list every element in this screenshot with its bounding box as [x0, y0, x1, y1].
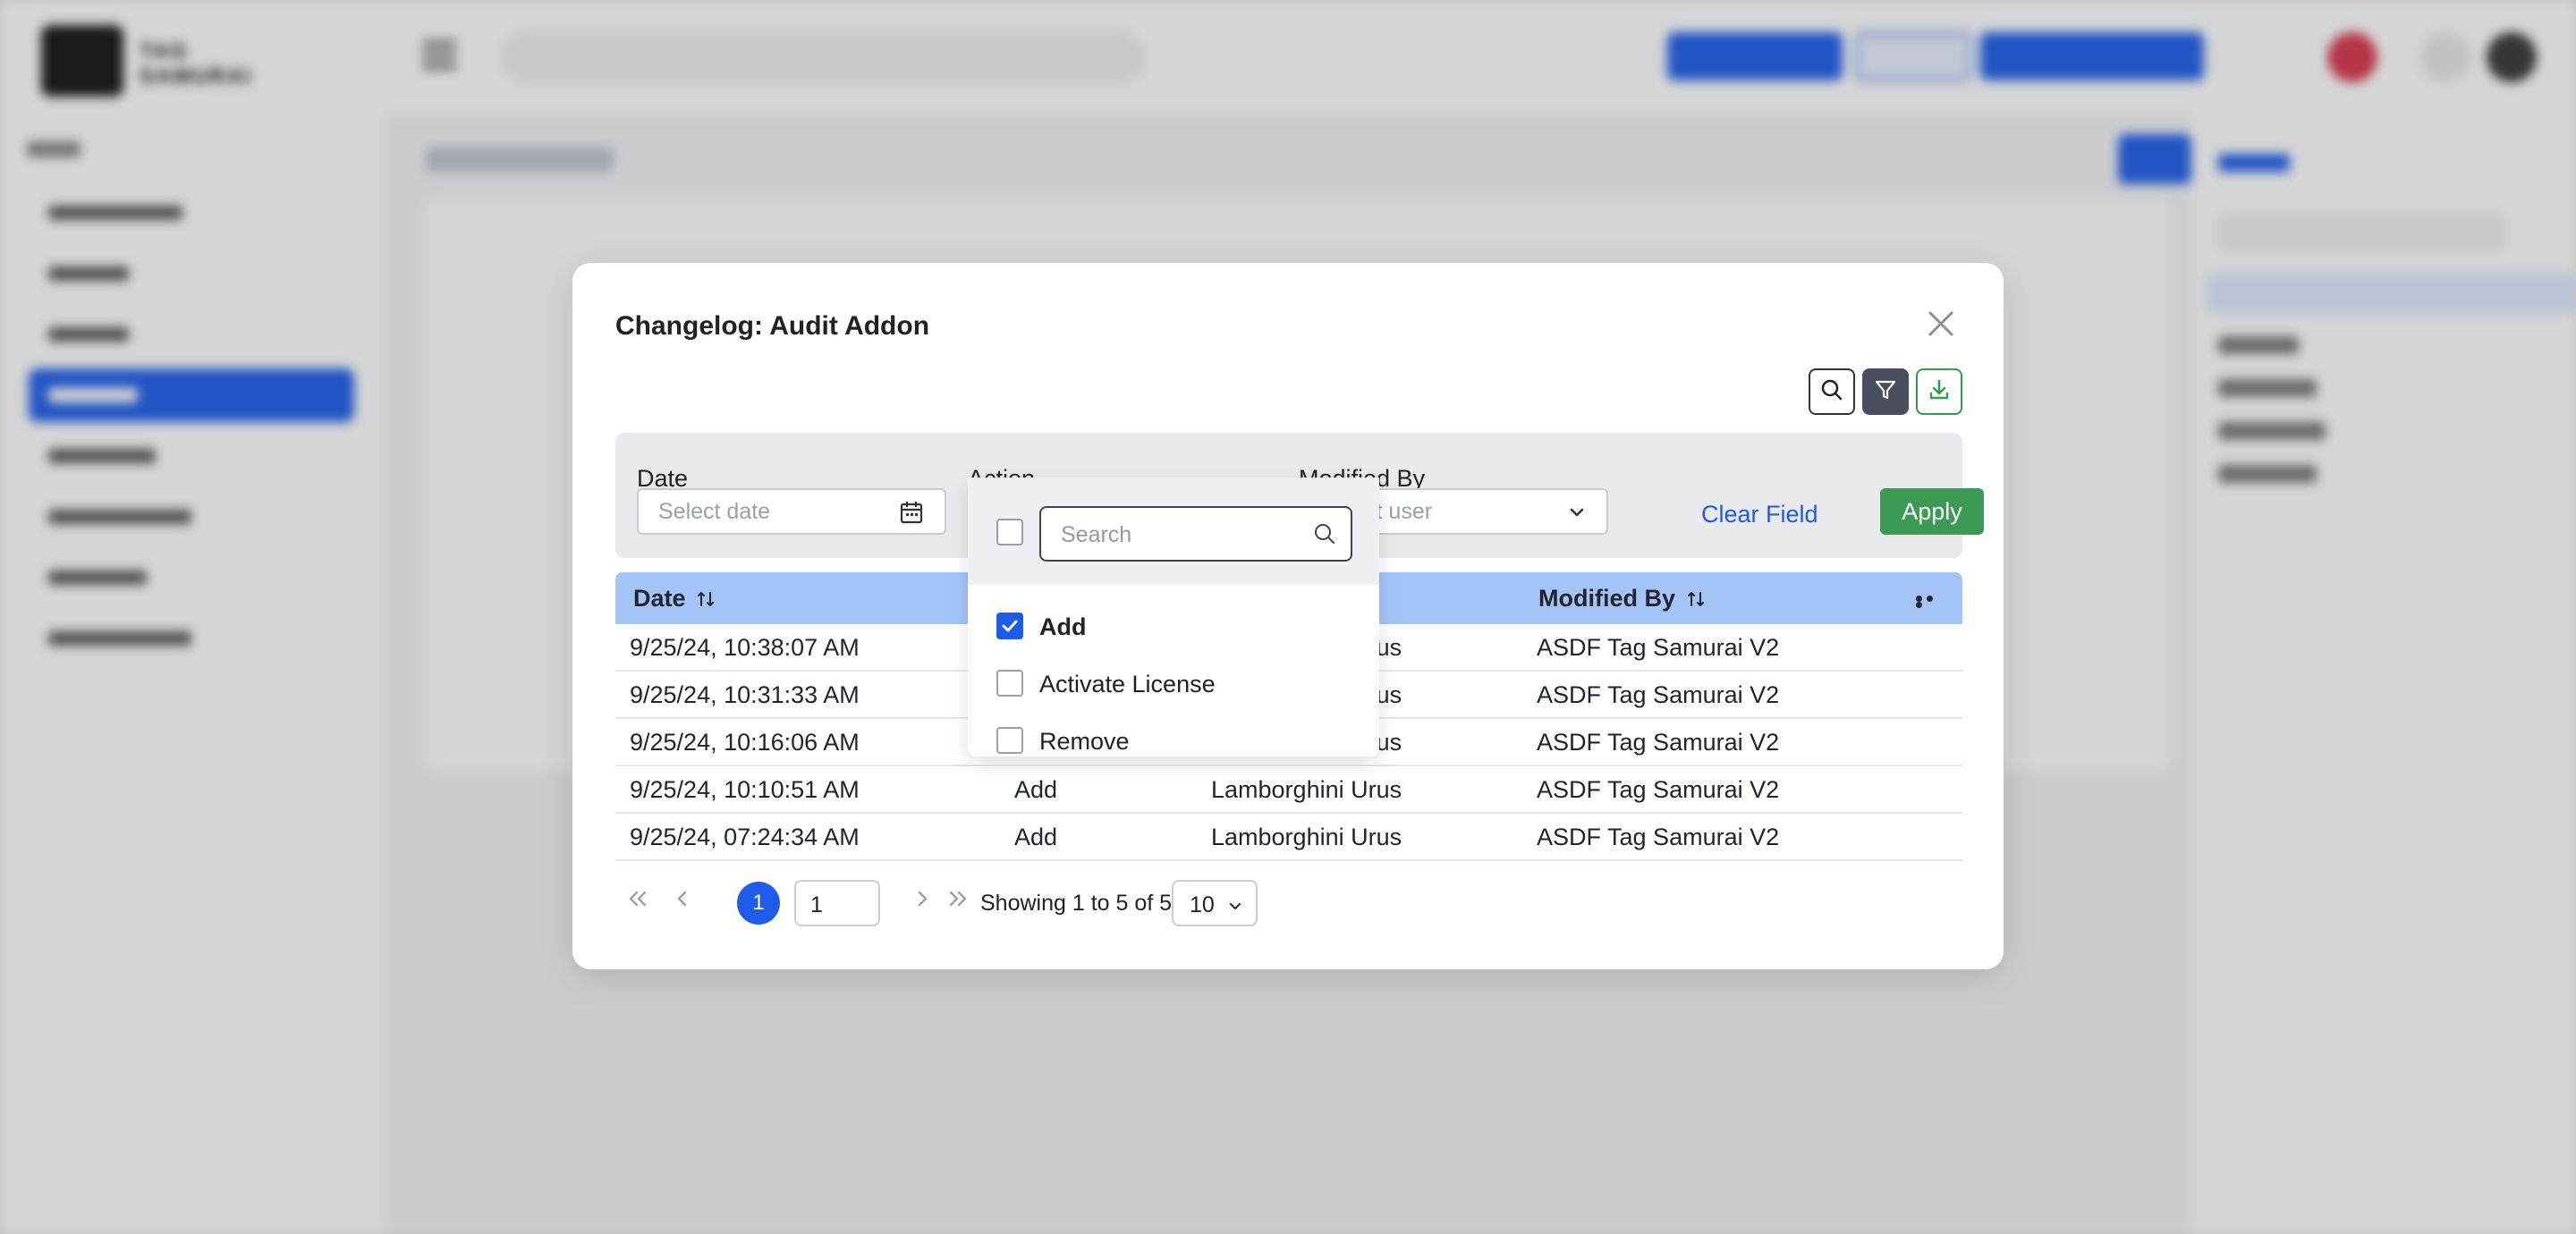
- cell-action: Add: [1014, 776, 1058, 803]
- option-checkbox[interactable]: [996, 727, 1023, 754]
- column-header-date[interactable]: Date: [633, 585, 716, 613]
- cell-date: 9/25/24, 10:16:06 AM: [630, 729, 860, 756]
- chevron-down-icon: [1227, 894, 1243, 920]
- last-page-icon[interactable]: [945, 885, 971, 918]
- table-row[interactable]: 9/25/24, 07:24:34 AM Add Lamborghini Urus A…: [615, 814, 1962, 861]
- more-options-icon[interactable]: [1916, 596, 1946, 608]
- showing-text: Showing 1 to 5 of 5: [980, 891, 1173, 916]
- cell-date: 9/25/24, 10:31:33 AM: [630, 681, 860, 708]
- cell-modified-by: ASDF Tag Samurai V2: [1537, 729, 1780, 756]
- cell-action: Add: [1014, 824, 1058, 850]
- first-page-icon[interactable]: [624, 885, 651, 918]
- option-label[interactable]: Activate License: [1039, 671, 1216, 698]
- cell-date: 9/25/24, 10:38:07 AM: [630, 634, 860, 661]
- column-header-modified-by[interactable]: Modified By: [1538, 585, 1706, 613]
- cell-date: 9/25/24, 07:24:34 AM: [630, 824, 860, 850]
- date-filter-input[interactable]: Select date: [637, 488, 946, 535]
- cell-modified-by: ASDF Tag Samurai V2: [1537, 634, 1780, 661]
- apply-button[interactable]: Apply: [1880, 488, 1984, 535]
- cell-date: 9/25/24, 10:10:51 AM: [630, 776, 860, 803]
- modal-title: Changelog: Audit Addon: [615, 311, 930, 341]
- page-number-input[interactable]: 1: [794, 880, 880, 926]
- cell-modified-by: ASDF Tag Samurai V2: [1537, 681, 1780, 708]
- clear-field-button[interactable]: Clear Field: [1701, 501, 1818, 528]
- filter-toggle-button[interactable]: [1862, 368, 1909, 415]
- select-all-checkbox[interactable]: [996, 519, 1023, 545]
- cell-addon: Lamborghini Urus: [1211, 776, 1402, 803]
- page-button-1[interactable]: 1: [737, 882, 780, 925]
- option-label[interactable]: Remove: [1039, 728, 1130, 756]
- search-toggle-button[interactable]: [1809, 368, 1855, 415]
- page-size-select[interactable]: 10: [1172, 880, 1258, 926]
- sort-icon: [1682, 585, 1706, 612]
- cell-modified-by: ASDF Tag Samurai V2: [1537, 824, 1780, 850]
- chevron-down-icon: [1567, 503, 1587, 528]
- next-page-icon[interactable]: [909, 885, 936, 918]
- prev-page-icon[interactable]: [669, 885, 696, 918]
- download-button[interactable]: [1916, 368, 1962, 415]
- cell-addon: Lamborghini Urus: [1211, 824, 1402, 850]
- download-icon: [1927, 377, 1952, 407]
- cell-modified-by: ASDF Tag Samurai V2: [1537, 776, 1780, 803]
- calendar-icon: [898, 499, 925, 532]
- search-icon: [1819, 377, 1844, 407]
- action-filter-dropdown: Search Add Activate License Remove: [968, 478, 1379, 756]
- date-filter-placeholder: Select date: [658, 499, 771, 524]
- dropdown-search-input[interactable]: Search: [1039, 506, 1352, 562]
- option-label[interactable]: Add: [1039, 613, 1086, 641]
- option-checkbox[interactable]: [996, 613, 1023, 639]
- pagination: 1 1 Showing 1 to 5 of 5 10: [624, 880, 1340, 930]
- filter-icon: [1873, 377, 1898, 407]
- search-icon: [1313, 522, 1336, 552]
- option-checkbox[interactable]: [996, 670, 1023, 697]
- close-icon[interactable]: [1923, 306, 1959, 342]
- dropdown-header: Search: [968, 478, 1379, 585]
- sort-icon: [692, 585, 716, 612]
- table-row[interactable]: 9/25/24, 10:10:51 AM Add Lamborghini Urus A…: [615, 766, 1962, 814]
